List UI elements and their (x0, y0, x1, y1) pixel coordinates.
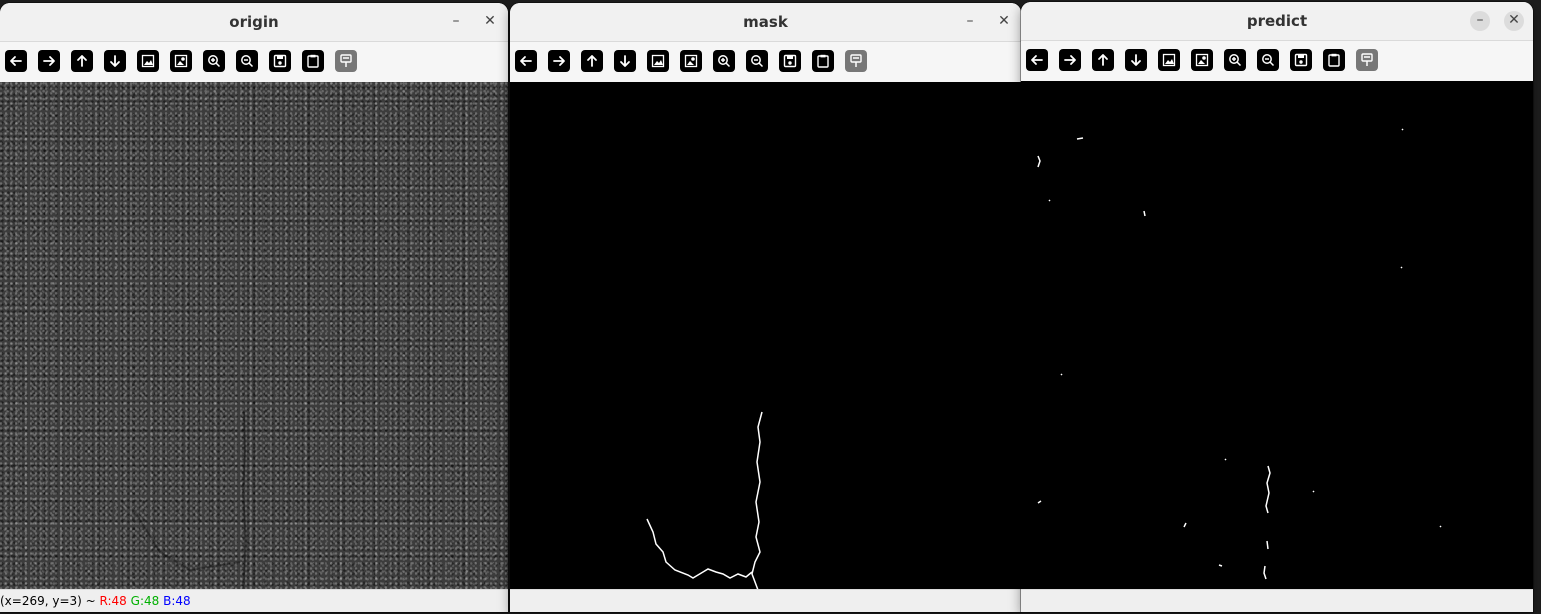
image-canvas[interactable] (510, 82, 1021, 590)
zoom-out-icon (1260, 52, 1276, 68)
clipboard-button[interactable] (1323, 49, 1345, 71)
zoom-out-button[interactable] (1257, 49, 1279, 71)
clipboard-icon (305, 53, 321, 69)
clipboard-icon (1326, 52, 1342, 68)
toolbar (510, 42, 1021, 82)
arrow-right-button[interactable] (548, 50, 570, 72)
titlebar[interactable]: predict – ✕ (1021, 2, 1533, 41)
save-icon (782, 53, 798, 69)
minimize-button[interactable]: – (1470, 11, 1490, 31)
toolbar (1021, 41, 1533, 81)
clipboard-button[interactable] (812, 50, 834, 72)
arrow-down-icon (107, 53, 123, 69)
properties-icon (1359, 52, 1375, 68)
arrow-right-icon (551, 53, 567, 69)
titlebar[interactable]: origin – ✕ (0, 3, 508, 42)
arrow-up-icon (1095, 52, 1111, 68)
image-icon (140, 53, 156, 69)
arrow-down-button[interactable] (614, 50, 636, 72)
image-properties-button[interactable] (1191, 49, 1213, 71)
arrow-left-button[interactable] (1026, 49, 1048, 71)
image-properties-icon (1194, 52, 1210, 68)
zoom-in-button[interactable] (203, 50, 225, 72)
arrow-left-button[interactable] (515, 50, 537, 72)
arrow-up-button[interactable] (1092, 49, 1114, 71)
predict-window: predict – ✕ (1021, 2, 1533, 612)
zoom-in-button[interactable] (713, 50, 735, 72)
image-button[interactable] (1158, 49, 1180, 71)
save-button[interactable] (1290, 49, 1312, 71)
image-properties-icon (683, 53, 699, 69)
status-bar: (x=269, y=3) ~ R:48 G:48 B:48 (0, 589, 508, 612)
minimize-button[interactable]: – (446, 12, 466, 32)
arrow-right-icon (1062, 52, 1078, 68)
image-properties-button[interactable] (680, 50, 702, 72)
arrow-up-icon (74, 53, 90, 69)
zoom-in-button[interactable] (1224, 49, 1246, 71)
mask-crack (646, 411, 763, 590)
zoom-in-icon (206, 53, 222, 69)
arrow-left-icon (518, 53, 534, 69)
status-r: R:48 (99, 594, 127, 608)
window-title: origin (229, 13, 279, 31)
zoom-out-button[interactable] (236, 50, 258, 72)
save-button[interactable] (779, 50, 801, 72)
prediction-specks (1037, 128, 1442, 580)
minimize-button[interactable]: – (960, 12, 980, 32)
arrow-down-button[interactable] (1125, 49, 1147, 71)
zoom-in-icon (716, 53, 732, 69)
window-title: predict (1246, 12, 1308, 30)
image-button[interactable] (647, 50, 669, 72)
arrow-left-icon (8, 53, 24, 69)
zoom-in-icon (1227, 52, 1243, 68)
crack-overlay (134, 411, 248, 590)
save-button[interactable] (269, 50, 291, 72)
arrow-up-button[interactable] (581, 50, 603, 72)
properties-button[interactable] (1356, 49, 1378, 71)
arrow-left-button[interactable] (5, 50, 27, 72)
clipboard-icon (815, 53, 831, 69)
status-bar (510, 589, 1021, 612)
arrow-down-icon (1128, 52, 1144, 68)
titlebar[interactable]: mask – ✕ (510, 3, 1021, 42)
image-icon (1161, 52, 1177, 68)
properties-button[interactable] (845, 50, 867, 72)
close-button[interactable]: ✕ (1504, 11, 1524, 31)
arrow-down-button[interactable] (104, 50, 126, 72)
image-properties-icon (173, 53, 189, 69)
arrow-right-button[interactable] (1059, 49, 1081, 71)
clipboard-button[interactable] (302, 50, 324, 72)
arrow-right-icon (41, 53, 57, 69)
properties-button[interactable] (335, 50, 357, 72)
properties-icon (338, 53, 354, 69)
window-title: mask (743, 13, 788, 31)
status-b: B:48 (163, 594, 191, 608)
image-button[interactable] (137, 50, 159, 72)
arrow-up-button[interactable] (71, 50, 93, 72)
save-icon (1293, 52, 1309, 68)
origin-window: origin – ✕ (x=269, y=3) ~ R:48 G:48 B:48 (0, 3, 508, 612)
zoom-out-icon (749, 53, 765, 69)
status-coords: (x=269, y=3) ~ (0, 594, 100, 608)
arrow-down-icon (617, 53, 633, 69)
zoom-out-button[interactable] (746, 50, 768, 72)
image-properties-button[interactable] (170, 50, 192, 72)
arrow-up-icon (584, 53, 600, 69)
status-bar (1021, 589, 1533, 612)
save-icon (272, 53, 288, 69)
close-button[interactable]: ✕ (480, 12, 500, 32)
toolbar (0, 42, 508, 82)
image-canvas[interactable] (0, 82, 508, 590)
arrow-left-icon (1029, 52, 1045, 68)
properties-icon (848, 53, 864, 69)
arrow-right-button[interactable] (38, 50, 60, 72)
image-icon (650, 53, 666, 69)
image-canvas[interactable] (1021, 81, 1533, 590)
zoom-out-icon (239, 53, 255, 69)
mask-window: mask – ✕ (510, 3, 1021, 612)
close-button[interactable]: ✕ (994, 12, 1014, 32)
status-g: G:48 (130, 594, 160, 608)
